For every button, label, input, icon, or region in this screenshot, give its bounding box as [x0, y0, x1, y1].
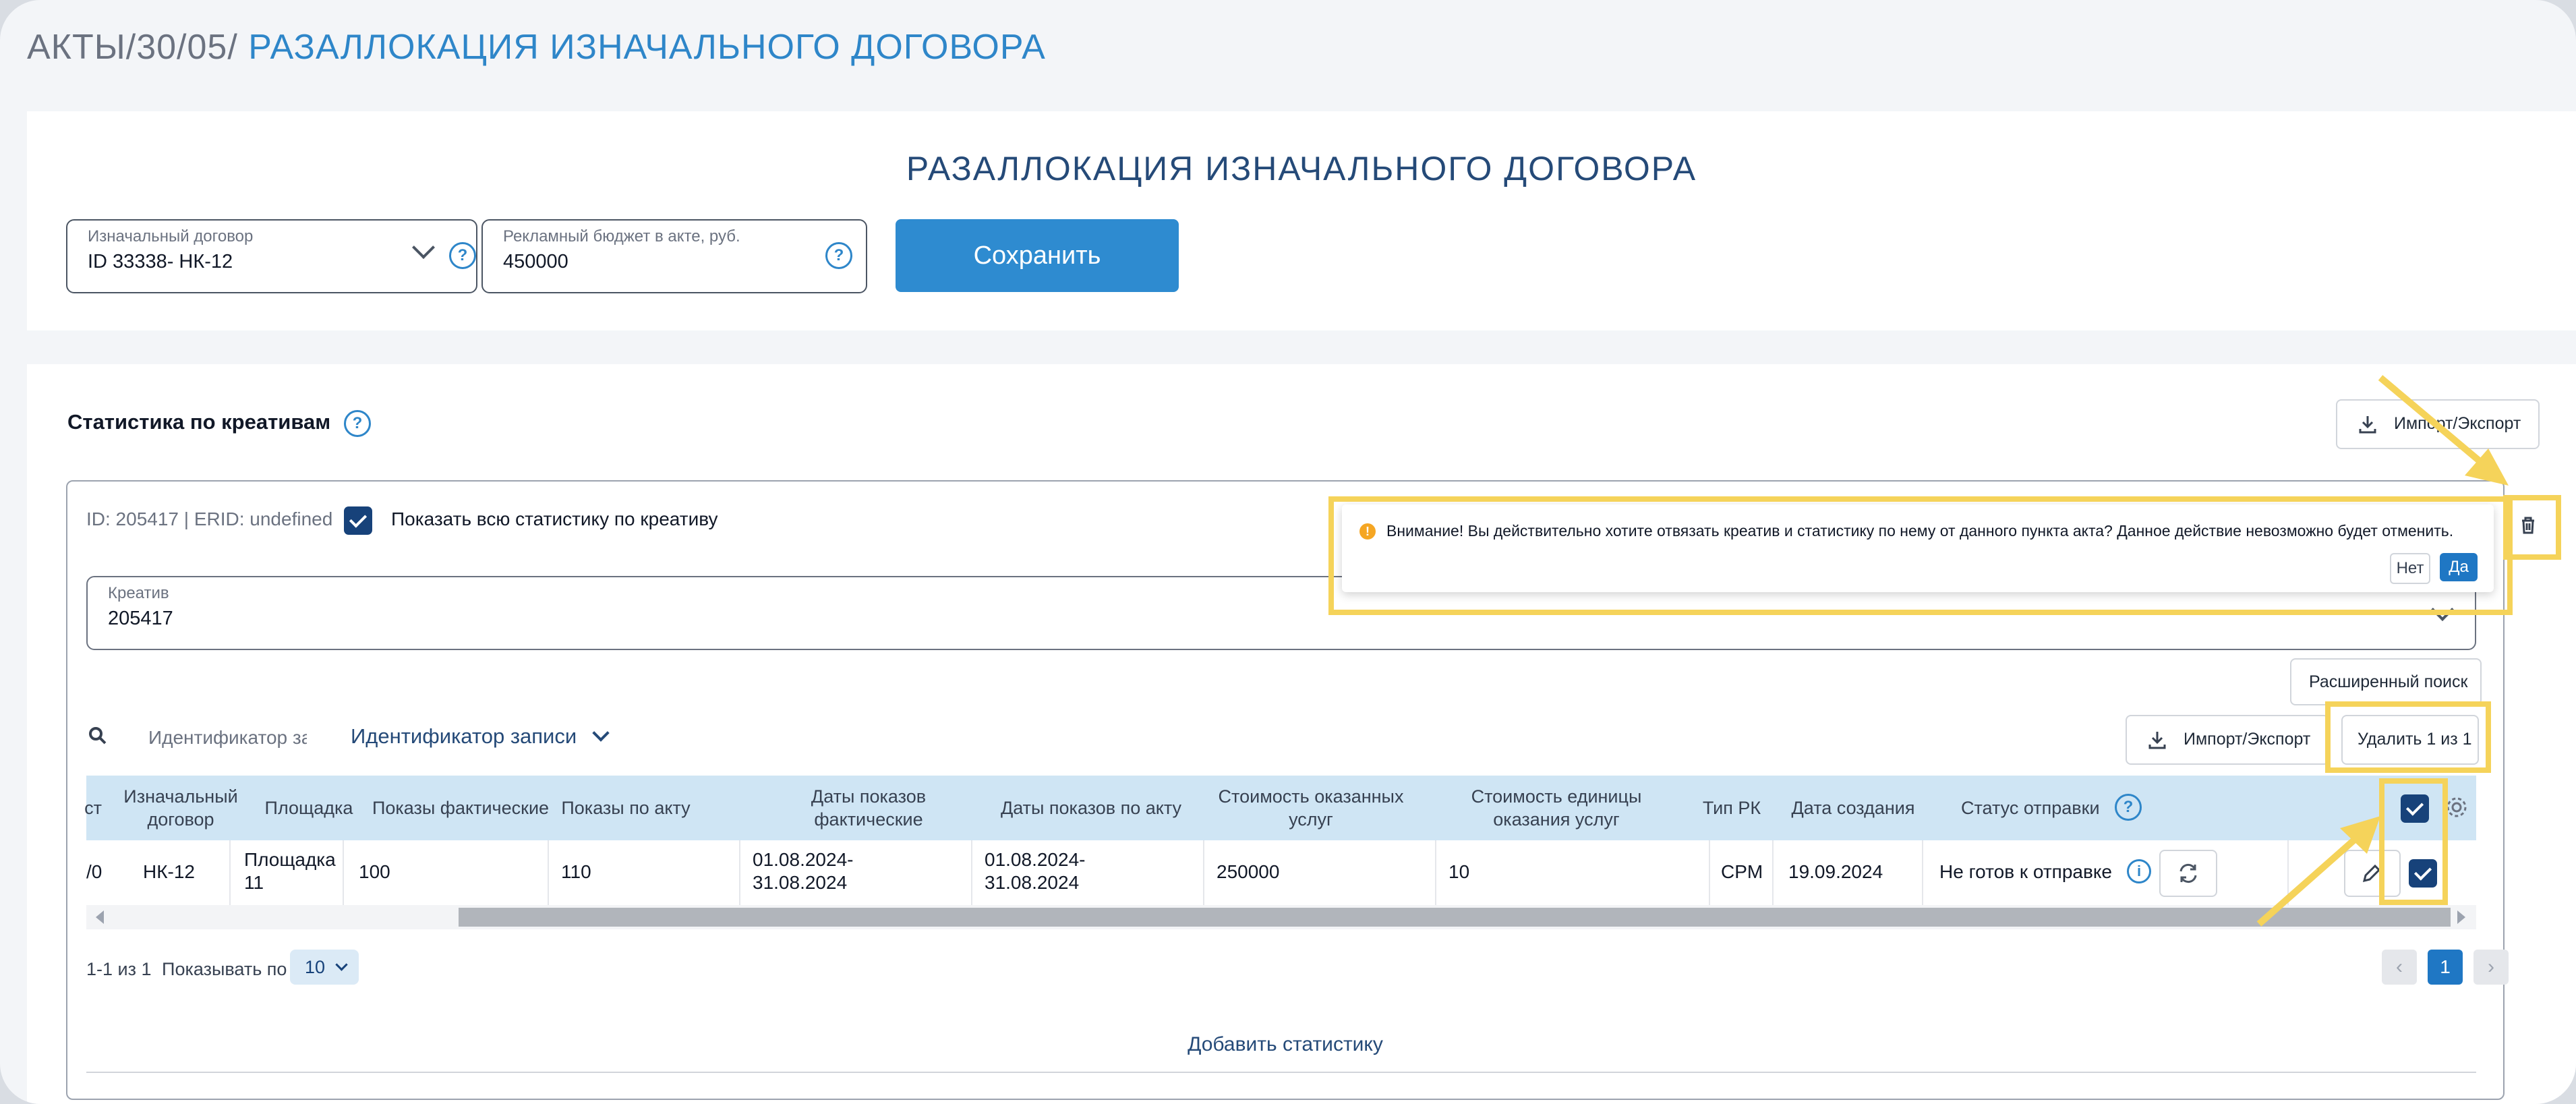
app-window: АКТЫ/30/05/ РАЗАЛЛОКАЦИЯ ИЗНАЧАЛЬНОГО ДО… — [0, 0, 2576, 1104]
annotation-arrows — [2256, 375, 2509, 927]
